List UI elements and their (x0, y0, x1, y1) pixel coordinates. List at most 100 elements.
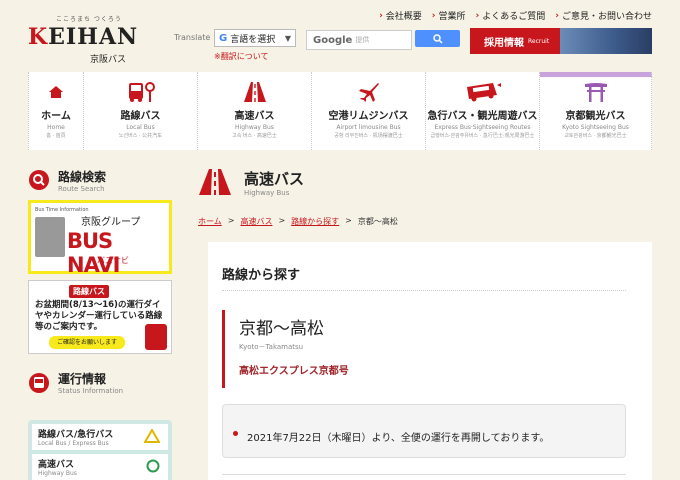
recruit-banner[interactable]: 採用情報 Recruit (470, 28, 652, 54)
nav-airport-limousine[interactable]: 空港リムジンバス Airport limousine Bus 공항 리무진버스 … (312, 72, 426, 150)
route-search-heading[interactable]: 路線検索 Route Search (28, 162, 174, 198)
recruit-en-label: Recruit (528, 37, 550, 45)
nav-label: 路線バス (120, 111, 161, 122)
bus-stop-icon (128, 82, 155, 102)
top-links: 会社概要 営業所 よくあるご質問 ご意見・お問い合わせ (379, 9, 652, 22)
airplane-icon (358, 83, 379, 102)
bus-icon (35, 217, 65, 257)
page-title: 高速バス (244, 169, 305, 188)
notice-badge: 路線バス (69, 285, 109, 298)
global-nav: ホーム Home 홈 · 首頁 路線バス Local Bus 노선버스 · 公共… (28, 72, 652, 150)
top-link-offices[interactable]: 営業所 (432, 9, 466, 22)
busnavi-banner[interactable]: Bus Time Information 京阪グループ BUS NAVI バスナ… (28, 200, 172, 277)
nav-ko-label: 급행버스·관광주유버스 · 急行巴士·观光周游巴士 (430, 133, 535, 139)
status-list: 路線バス/急行バス Local Bus / Express Bus 高速バス H… (28, 420, 172, 480)
sidebar: 路線検索 Route Search Bus Time Information 京… (28, 162, 174, 480)
google-g-icon: G (219, 32, 228, 44)
nav-en-label: Kyoto Sightseeing Bus (562, 124, 629, 131)
nav-en-label: Home (47, 124, 65, 131)
obon-notice-banner[interactable]: 路線バス お盆期間(8/13〜16)の運行ダイヤやカレンダー運行している路線等の… (28, 280, 172, 354)
breadcrumb: ホーム > 高速バス > 路線から探す > 京都〜高松 (198, 216, 398, 227)
translate-about-link[interactable]: ※翻訳について (214, 51, 268, 62)
page-title-en: Highway Bus (244, 188, 290, 197)
route-search-title: 路線検索 (58, 169, 107, 184)
nav-home[interactable]: ホーム Home 홈 · 首頁 (28, 72, 84, 150)
busnavi-kana: バスナビ (97, 256, 129, 265)
breadcrumb-separator: > (345, 216, 352, 225)
notice-cta: ご確認をお願いします (49, 336, 126, 349)
nav-label: ホーム (41, 111, 71, 122)
service-notice: 2021年7月22日（木曜日）より、全便の運行を再開しております。 (222, 404, 626, 458)
search-button[interactable] (415, 30, 460, 47)
nav-en-label: Local Bus (126, 124, 155, 131)
status-title: 運行情報 (58, 372, 107, 386)
bus-icon (145, 324, 167, 350)
site-search-input[interactable]: Google 提供 (306, 30, 412, 50)
chevron-down-icon: ▼ (284, 33, 291, 43)
breadcrumb-separator: > (227, 216, 235, 225)
divider (222, 290, 626, 291)
breadcrumb-current: 京都〜高松 (357, 217, 398, 226)
nav-ko-label: 고속 버스 · 高速巴士 (232, 133, 277, 139)
top-link-faq[interactable]: よくあるご質問 (476, 9, 545, 22)
nav-ko-label: 노선버스 · 公共汽车 (118, 133, 163, 139)
bullet-icon (233, 431, 238, 436)
logo-tagline: こころまち つくろう (56, 16, 122, 23)
breadcrumb-home[interactable]: ホーム (198, 216, 222, 227)
busnavi-group: 京阪グループ (81, 217, 141, 228)
nav-ko-label: 홈 · 首頁 (46, 133, 66, 139)
nav-label: 急行バス・観光周遊バス (427, 111, 538, 122)
content-panel: 路線から探す 京都〜高松 Kyoto－Takamatsu 高松エクスプレス京都号… (208, 242, 652, 480)
triangle-icon (144, 429, 160, 443)
translate-label: Translate (174, 33, 211, 42)
nav-en-label: Highway Bus (235, 124, 274, 131)
express-bus-icon (466, 83, 501, 102)
route-block: 京都〜高松 Kyoto－Takamatsu 高松エクスプレス京都号 (222, 310, 349, 388)
status-row-label: 高速バス (38, 460, 75, 470)
nav-label: 京都観光バス (565, 111, 626, 122)
top-link-company[interactable]: 会社概要 (379, 9, 422, 22)
busnavi-title: BUS NAVI (67, 229, 120, 277)
nav-label: 空港リムジンバス (328, 111, 409, 122)
status-row-local[interactable]: 路線バス/急行バス Local Bus / Express Bus (32, 424, 168, 450)
divider (222, 474, 626, 475)
nav-kyoto-sightseeing[interactable]: 京都観光バス Kyoto Sightseeing Bus 교토관광버스 · 京都… (540, 72, 652, 150)
nav-highway-bus[interactable]: 高速バス Highway Bus 고속 버스 · 高速巴士 (198, 72, 312, 150)
nav-local-bus[interactable]: 路線バス Local Bus 노선버스 · 公共汽车 (84, 72, 198, 150)
route-name: 京都〜高松 (239, 319, 324, 339)
breadcrumb-route-search[interactable]: 路線から探す (291, 216, 339, 227)
site-logo[interactable]: こころまち つくろう KEIHAN 京阪バス (28, 14, 148, 65)
language-select-value: 言語を選択 (230, 34, 276, 45)
status-row-highway[interactable]: 高速バス Highway Bus (32, 454, 168, 480)
nav-express-sightseeing[interactable]: 急行バス・観光周遊バス Express Bus·Sightseeing Rout… (426, 72, 540, 150)
highway-icon (199, 169, 231, 195)
search-icon (432, 33, 443, 44)
top-link-contact[interactable]: ご意見・お問い合わせ (555, 9, 652, 22)
route-search-en: Route Search (58, 184, 105, 193)
nav-ko-label: 공항 리무진버스 · 机场摆渡巴士 (334, 133, 403, 139)
logo-jp-name: 京阪バス (90, 55, 127, 65)
language-select[interactable]: G 言語を選択 ▼ (214, 29, 296, 47)
search-hint: 提供 (355, 36, 370, 44)
home-icon (49, 86, 63, 98)
bus-icon (29, 372, 49, 393)
nav-en-label: Express Bus·Sightseeing Routes (434, 124, 531, 131)
breadcrumb-highway[interactable]: 高速バス (240, 216, 272, 227)
highway-icon (243, 82, 266, 102)
torii-icon (584, 83, 607, 102)
status-row-en: Highway Bus (38, 470, 77, 477)
nav-ko-label: 교토관광버스 · 京都観光巴士 (564, 133, 627, 139)
main-content: 高速バス Highway Bus ホーム > 高速バス > 路線から探す > 京… (198, 162, 652, 480)
nav-en-label: Airport limousine Bus (336, 124, 401, 131)
page-heading: 高速バス Highway Bus (198, 162, 652, 202)
recruit-photo (560, 28, 652, 54)
section-title: 路線から探す (222, 268, 301, 283)
status-en: Status Information (58, 387, 124, 395)
service-notice-text: 2021年7月22日（木曜日）より、全便の運行を再開しております。 (247, 433, 550, 444)
search-brand: Google (313, 34, 353, 46)
recruit-label: 採用情報 (484, 37, 524, 49)
circle-icon (146, 459, 160, 473)
route-service-name: 高松エクスプレス京都号 (239, 366, 349, 377)
route-name-en: Kyoto－Takamatsu (239, 343, 304, 351)
site-header: こころまち つくろう KEIHAN 京阪バス Translate G 言語を選択… (0, 0, 680, 72)
